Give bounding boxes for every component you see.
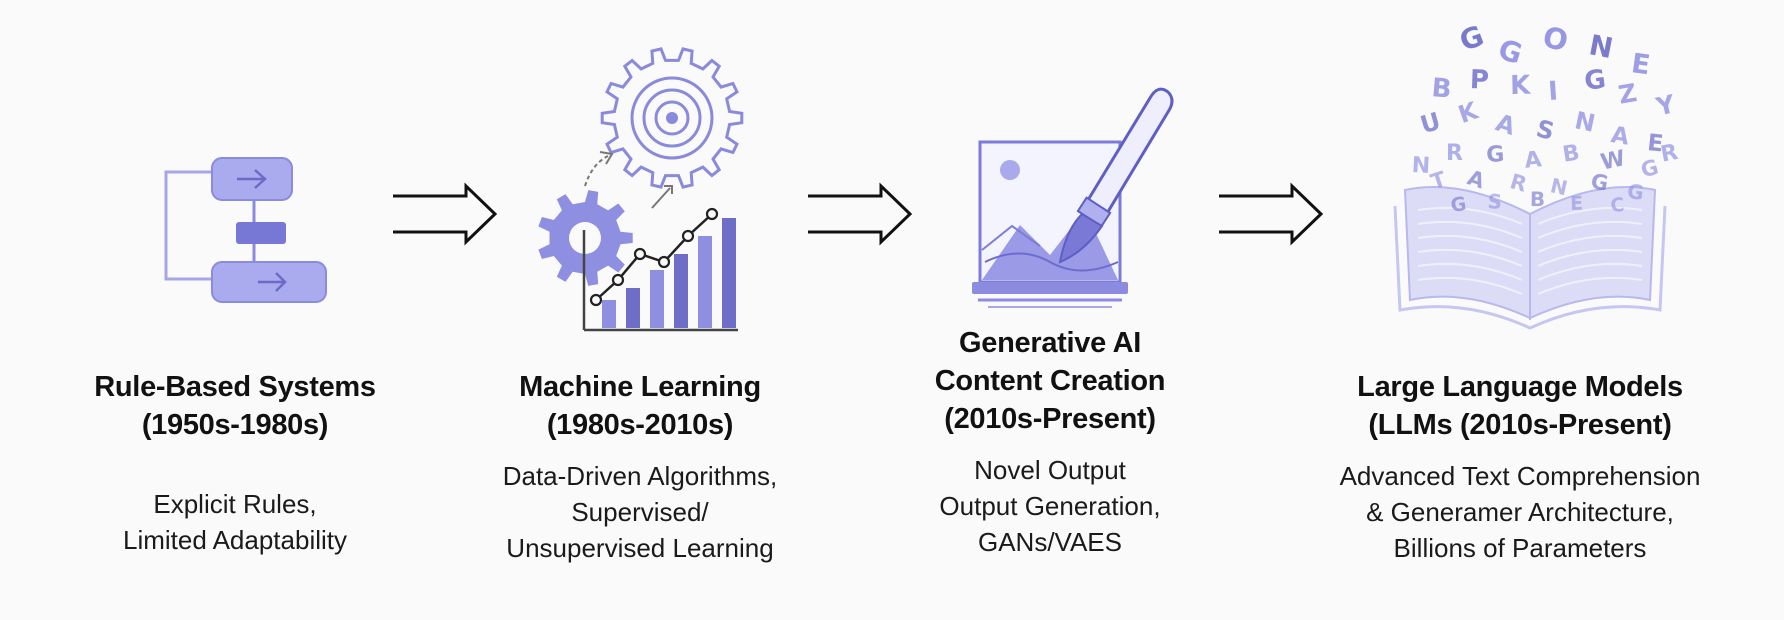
stage-title: Rule-Based Systems (1950s-1980s) <box>94 371 376 441</box>
stage-machine-learning: Machine Learning (1980s-2010s) Data-Driv… <box>460 368 820 566</box>
arrow-icon <box>1219 182 1324 246</box>
flying-letter: N <box>1572 106 1597 138</box>
stage-title: Machine Learning (1980s-2010s) <box>519 371 761 441</box>
image-paintbrush-icon <box>972 87 1174 308</box>
flying-letter: S <box>1533 114 1557 146</box>
ai-evolution-diagram: GGONEBPKIGZYUKASNAENRGABWGTARNGGSBECGR R… <box>0 0 1784 620</box>
flying-letter: K <box>1455 96 1483 129</box>
flying-letter: Y <box>1653 89 1679 122</box>
bar <box>722 218 736 328</box>
flying-letter: R <box>1507 169 1529 197</box>
flying-letter: R <box>1446 141 1463 166</box>
arrow-icon <box>393 182 498 246</box>
stage-description: Explicit Rules, Limited Adaptability <box>122 489 348 555</box>
stage-title: Large Language Models (LLMs (2010s-Prese… <box>1357 371 1683 441</box>
flying-letter: I <box>1547 76 1559 107</box>
gear-chart-icon <box>538 47 744 332</box>
flying-letter: A <box>1464 165 1488 193</box>
bar <box>674 254 688 328</box>
flying-letter: S <box>1487 189 1503 214</box>
open-book-letters-icon: G G O N EB P K I G Z YU K A S N A EN R G A B W GT A R N G GS B E CGR <box>1393 19 1680 330</box>
flying-letter: P <box>1469 65 1489 96</box>
flying-letter: N <box>1548 173 1570 200</box>
bar <box>650 270 664 328</box>
flying-letter: G <box>1638 155 1661 183</box>
flying-letter: G <box>1494 33 1526 71</box>
bar <box>698 236 712 328</box>
flying-letter: R <box>1659 140 1680 168</box>
flying-letter: G <box>1486 142 1505 168</box>
flying-letter: K <box>1510 71 1532 101</box>
flying-letter: G <box>1455 19 1488 58</box>
arrow-icon <box>808 182 913 246</box>
flying-letter: B <box>1530 187 1546 211</box>
stage-large-language-models: Large Language Models (LLMs (2010s-Prese… <box>1270 368 1770 566</box>
flying-letter: E <box>1629 48 1652 81</box>
flowchart-icon <box>164 157 327 303</box>
flying-letter: G <box>1583 64 1608 96</box>
stage-title: Generative AI Content Creation (2010s-Pr… <box>934 327 1166 435</box>
flying-letter: B <box>1561 140 1581 167</box>
stage-description: Data-Driven Algorithms, Supervised/ Unsu… <box>502 461 778 563</box>
flying-letter: A <box>1523 147 1543 174</box>
flying-letter: O <box>1539 19 1571 58</box>
flying-letter: N <box>1411 153 1431 179</box>
stage-rule-based: Rule-Based Systems (1950s-1980s) Explici… <box>60 368 410 558</box>
flying-letter: G <box>1626 179 1645 205</box>
flying-letter: C <box>1610 194 1626 217</box>
stage-generative-ai: Generative AI Content Creation (2010s-Pr… <box>880 324 1220 560</box>
flying-letter: G <box>1449 193 1468 217</box>
flying-letter: N <box>1586 28 1615 65</box>
flying-letter: A <box>1492 108 1519 141</box>
bar <box>602 300 616 328</box>
flying-letter: E <box>1570 193 1584 215</box>
flying-letter: B <box>1430 73 1452 105</box>
bar <box>626 288 640 328</box>
stage-description: Novel Output Output Generation, GANs/VAE… <box>939 455 1161 557</box>
flying-letter: U <box>1417 107 1443 139</box>
flying-letter: Z <box>1616 78 1639 110</box>
stage-description: Advanced Text Comprehension & Generamer … <box>1339 461 1701 563</box>
